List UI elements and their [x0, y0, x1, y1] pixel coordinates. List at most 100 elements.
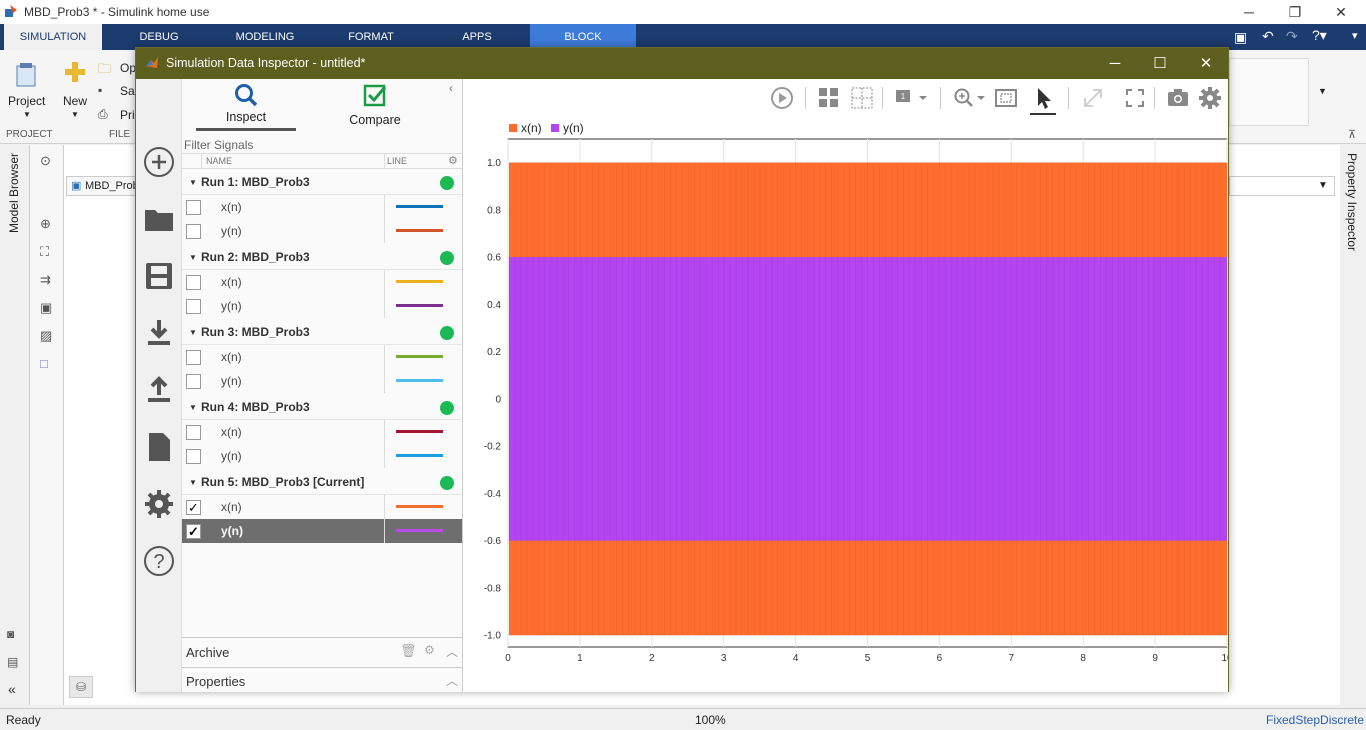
chevron-down-icon[interactable]: ▼	[189, 478, 197, 487]
signal-row[interactable]: y(n)	[182, 444, 462, 468]
inspect-tab[interactable]: Inspect	[196, 79, 296, 131]
filter-signals-input[interactable]: Filter Signals	[182, 136, 462, 154]
redo-icon[interactable]: ↷	[1286, 28, 1298, 45]
minimize-button[interactable]: ─	[1226, 0, 1272, 24]
status-solver[interactable]: FixedStepDiscrete	[1266, 713, 1364, 727]
sdi-minimize-button[interactable]: ─	[1092, 48, 1138, 79]
run-row-5[interactable]: ▼ Run 5: MBD_Prob3 [Current]	[182, 470, 462, 495]
project-button[interactable]: Project	[8, 94, 45, 108]
chevron-down-icon[interactable]: ▼	[23, 110, 31, 119]
column-name[interactable]: NAME	[206, 156, 232, 166]
settings-icon[interactable]	[142, 487, 176, 521]
signal-row[interactable]: y(n)	[182, 294, 462, 318]
breadcrumb[interactable]: ▣ MBD_Prob	[66, 176, 139, 196]
line-style-swatch[interactable]	[396, 205, 443, 208]
arrow-icon[interactable]: ⇉	[40, 272, 51, 288]
new-icon[interactable]	[63, 60, 87, 86]
chevron-down-icon[interactable]: ▼	[189, 403, 197, 412]
import-icon[interactable]	[142, 316, 176, 350]
signal-checkbox[interactable]	[186, 200, 201, 215]
signal-checkbox[interactable]	[186, 299, 201, 314]
export-icon[interactable]	[142, 373, 176, 407]
open-folder-icon[interactable]: 🗀	[98, 60, 111, 82]
signal-checkbox[interactable]	[186, 425, 201, 440]
database-icon[interactable]: ⛁	[69, 676, 93, 698]
signal-checkbox[interactable]	[186, 449, 201, 464]
collapse-icon[interactable]: «	[8, 681, 16, 697]
annotation-icon[interactable]: ▣	[40, 300, 52, 316]
signal-row[interactable]: x(n)	[182, 420, 462, 444]
chevron-down-icon[interactable]: ▼	[189, 178, 197, 187]
model-browser-tab[interactable]: Model Browser	[7, 153, 21, 233]
line-style-swatch[interactable]	[396, 379, 443, 382]
image-icon[interactable]: ▨	[40, 328, 52, 344]
chevron-down-icon[interactable]: ▼	[1318, 180, 1328, 191]
print-icon[interactable]: ⎙	[98, 107, 108, 122]
signal-checkbox[interactable]: ✓	[186, 500, 201, 515]
run-row-4[interactable]: ▼ Run 4: MBD_Prob3	[182, 395, 462, 420]
signal-row[interactable]: y(n)	[182, 369, 462, 393]
camera-icon[interactable]: ◙	[7, 627, 14, 641]
chevron-down-icon[interactable]: ▼	[189, 253, 197, 262]
signal-checkbox[interactable]	[186, 275, 201, 290]
signal-plot[interactable]: 0 1 2 3 4 5 6 7 8 9 10 1.0 0.8 0.6 0.4 0.2 0 -0.2 -0.4 -0.6…	[463, 79, 1228, 692]
area-icon[interactable]: □	[40, 356, 48, 371]
print-button[interactable]: Pri	[120, 108, 135, 122]
run-row-3[interactable]: ▼ Run 3: MBD_Prob3	[182, 320, 462, 345]
line-style-swatch[interactable]	[396, 430, 443, 433]
chevron-down-icon[interactable]: ▼	[189, 328, 197, 337]
save-icon[interactable]	[142, 259, 176, 293]
signal-checkbox[interactable]	[186, 374, 201, 389]
new-session-icon[interactable]	[142, 145, 176, 179]
line-style-swatch[interactable]	[396, 355, 443, 358]
line-style-swatch[interactable]	[396, 529, 443, 532]
compare-tab[interactable]: Compare	[325, 79, 425, 131]
signal-row[interactable]: x(n)	[182, 195, 462, 219]
open-folder-icon[interactable]	[142, 202, 176, 236]
chevron-up-icon[interactable]: ︿	[446, 672, 458, 689]
line-style-swatch[interactable]	[396, 304, 443, 307]
undo-icon[interactable]: ↶	[1262, 28, 1274, 45]
signal-checkbox[interactable]	[186, 224, 201, 239]
project-icon[interactable]	[15, 62, 37, 88]
fit-view-icon[interactable]: ⛶	[40, 244, 49, 260]
sdi-close-button[interactable]: ✕	[1183, 48, 1229, 79]
collapse-ribbon-icon[interactable]: ▾	[1352, 29, 1358, 42]
run-row-1[interactable]: ▼ Run 1: MBD_Prob3	[182, 170, 462, 195]
breadcrumb-dropdown[interactable]: ▼	[1229, 176, 1335, 196]
open-button[interactable]: Op	[120, 61, 136, 75]
zoom-icon[interactable]: ⊙	[40, 153, 51, 169]
properties-section[interactable]: Properties ︿	[182, 667, 462, 693]
signal-row[interactable]: x(n)	[182, 345, 462, 369]
line-style-swatch[interactable]	[396, 505, 443, 508]
report-icon[interactable]	[142, 430, 176, 464]
model-explorer-icon[interactable]: ▤	[7, 655, 18, 669]
line-style-swatch[interactable]	[396, 280, 443, 283]
line-style-swatch[interactable]	[396, 454, 443, 457]
help-icon[interactable]: ?▾	[1312, 27, 1327, 44]
signal-row[interactable]: x(n)	[182, 270, 462, 294]
zoom-in-icon[interactable]: ⊕	[40, 216, 51, 232]
pin-icon[interactable]: ⊼	[1348, 128, 1356, 141]
chevron-down-icon[interactable]: ▼	[71, 110, 79, 119]
chevron-up-icon[interactable]: ︿	[446, 643, 458, 660]
chevron-down-icon[interactable]: ▼	[1318, 86, 1327, 96]
archive-section[interactable]: Archive 🗑 ⚙ ︿	[182, 637, 462, 665]
property-inspector-tab[interactable]: Property Inspector	[1345, 153, 1359, 251]
help-icon[interactable]: ?	[142, 544, 176, 578]
save-icon[interactable]: ▣	[1234, 29, 1247, 46]
close-button[interactable]: ✕	[1318, 0, 1364, 24]
signal-checkbox[interactable]: ✓	[186, 524, 201, 539]
save-icon[interactable]: ▪	[98, 83, 102, 97]
tab-simulation[interactable]: SIMULATION	[4, 24, 102, 50]
signal-row[interactable]: y(n)	[182, 219, 462, 243]
new-button[interactable]: New	[63, 94, 87, 108]
gear-icon[interactable]: ⚙	[448, 154, 458, 167]
run-row-2[interactable]: ▼ Run 2: MBD_Prob3	[182, 245, 462, 270]
signal-row[interactable]: ✓ x(n)	[182, 495, 462, 519]
column-line[interactable]: LINE	[387, 156, 407, 166]
line-style-swatch[interactable]	[396, 229, 443, 232]
signal-row[interactable]: ✓ y(n)	[182, 519, 462, 543]
restore-button[interactable]: ❐	[1272, 0, 1318, 24]
trash-icon[interactable]: 🗑	[400, 643, 417, 659]
